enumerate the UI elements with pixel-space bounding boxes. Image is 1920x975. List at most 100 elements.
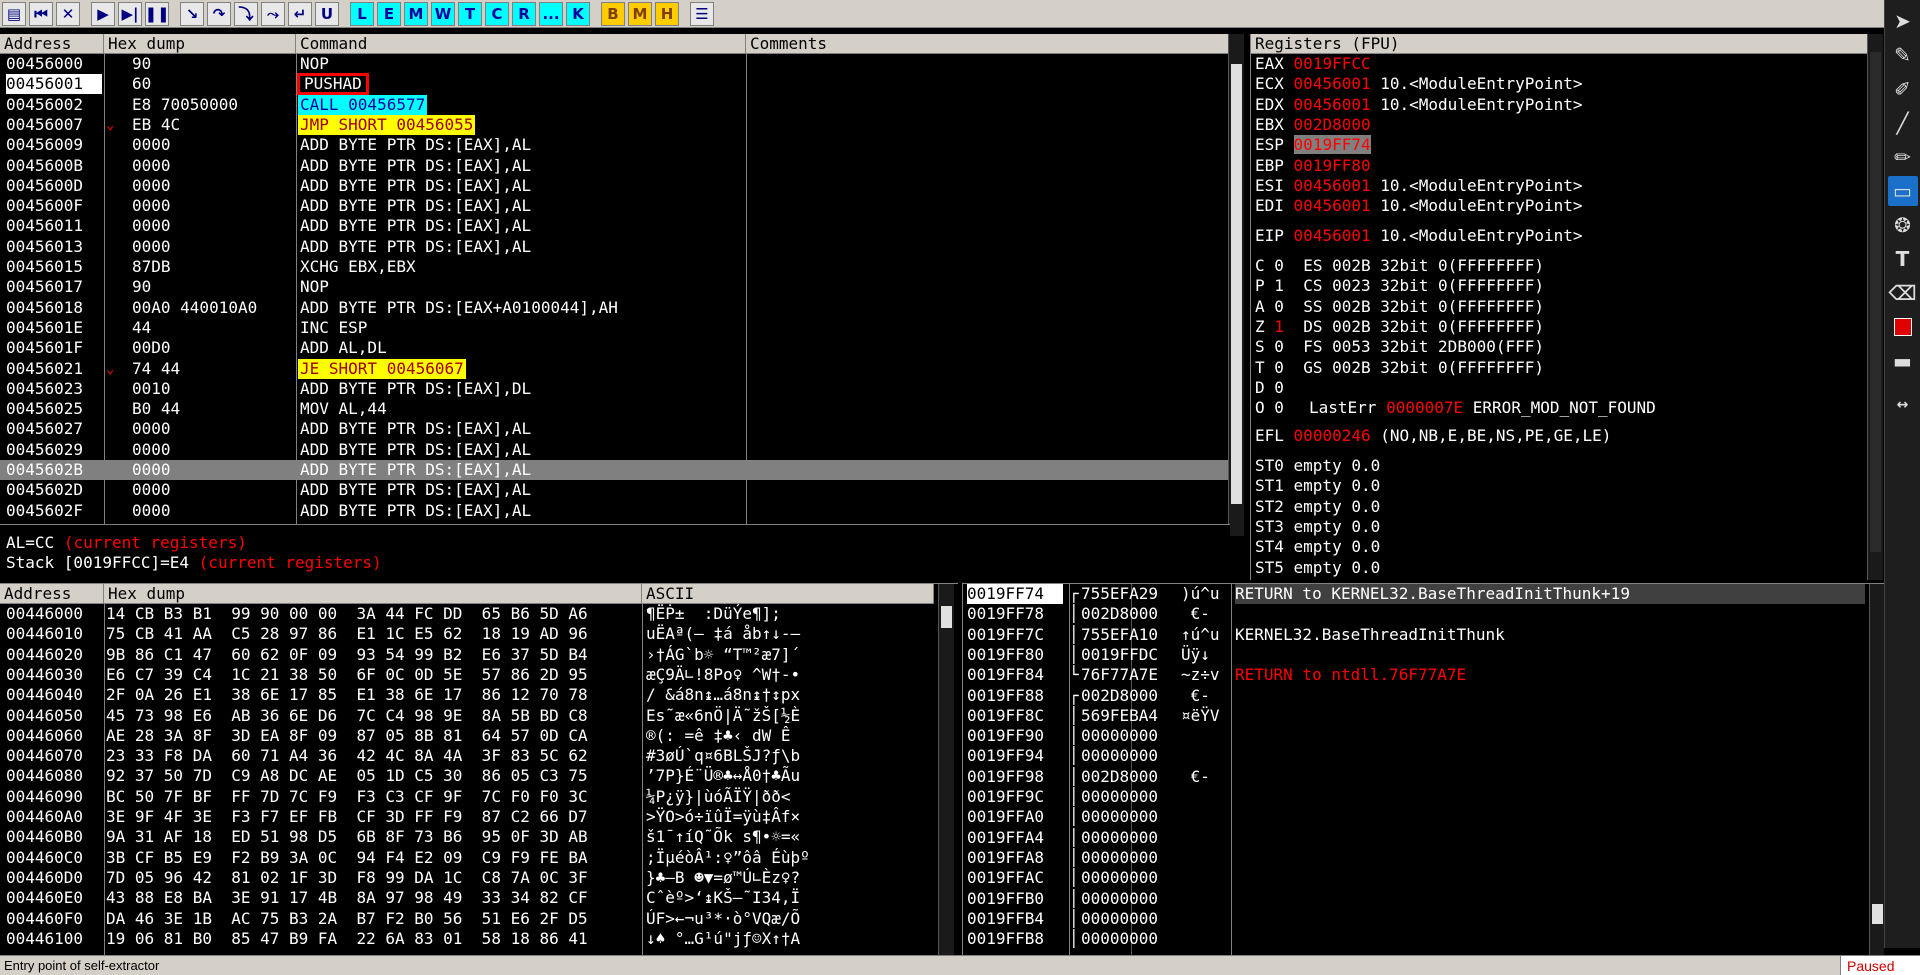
disasm-row[interactable]: 0045600D 0000 ADD BYTE PTR DS:[EAX],AL xyxy=(0,176,1228,196)
toolbar-dotsdotsdots-button[interactable]: ... xyxy=(539,1,563,26)
register-row[interactable]: T 0 GS 002B 32bit 0(FFFFFFFF) xyxy=(1255,358,1884,378)
toolbar-rewind-button[interactable]: ⏮ xyxy=(29,1,53,26)
reg-value[interactable]: 00456001 xyxy=(1294,95,1371,114)
disasm-scrollbar[interactable] xyxy=(1228,34,1244,536)
reg-value[interactable]: 0019FF74 xyxy=(1293,135,1371,155)
stack-row[interactable]: 0019FF8C │ 569FEBA4 ¤ëŸV xyxy=(963,706,1867,726)
dump-row[interactable]: 004460A0 3E 9F 4F 3E F3 F7 EF FB CF 3D FF… xyxy=(0,807,936,827)
toolbar-run-thread-button[interactable]: ▶| xyxy=(118,1,142,26)
toolbar-close-button[interactable]: ✕ xyxy=(56,1,80,26)
dump-row[interactable]: 00446090 BC 50 7F BF FF 7D 7C F9 F3 C3 CF… xyxy=(0,787,936,807)
registers-scrollbar[interactable] xyxy=(1867,34,1883,580)
disasm-row[interactable]: 0045600B 0000 ADD BYTE PTR DS:[EAX],AL xyxy=(0,156,1228,176)
reg-value[interactable]: 00456001 xyxy=(1294,176,1371,195)
flag-value[interactable]: 0 xyxy=(1274,256,1284,275)
stamp-icon[interactable]: ❂ xyxy=(1888,210,1918,240)
text-icon[interactable]: T xyxy=(1888,244,1918,274)
dump-row[interactable]: 004460D0 7D 05 96 42 81 02 1F 3D F8 99 DA… xyxy=(0,868,936,888)
col-header-address[interactable]: Address xyxy=(0,34,104,54)
register-row[interactable]: D 0 xyxy=(1255,378,1884,398)
dump-row[interactable]: 004460B0 9A 31 AF 18 ED 51 98 D5 6B 8F 73… xyxy=(0,827,936,847)
stack-row[interactable]: 0019FFB8 │ 00000000 xyxy=(963,929,1867,949)
reg-value[interactable]: 0019FFCC xyxy=(1294,54,1371,73)
col-header-command[interactable]: Command xyxy=(296,34,746,54)
reg-value[interactable]: 002D8000 xyxy=(1294,115,1371,134)
dump-scrollbar[interactable] xyxy=(938,584,954,955)
stack-row[interactable]: 0019FFA8 │ 00000000 xyxy=(963,848,1867,868)
flag-value[interactable]: 0 xyxy=(1274,358,1284,377)
toolbar-execute-till-return-button[interactable]: ↵ xyxy=(288,1,312,26)
register-row[interactable]: ST5 empty 0.0 xyxy=(1255,558,1884,578)
disasm-row[interactable]: 00456015 87DB XCHG EBX,EBX xyxy=(0,257,1228,277)
dump-row[interactable]: 00446030 E6 C7 39 C4 1C 21 38 50 6F 0C 0D… xyxy=(0,665,936,685)
disasm-row[interactable]: 0045602D 0000 ADD BYTE PTR DS:[EAX],AL xyxy=(0,480,1228,500)
stack-row[interactable]: 0019FF9C │ 00000000 xyxy=(963,787,1867,807)
register-row[interactable]: ESI 00456001 10.<ModuleEntryPoint> xyxy=(1255,176,1884,196)
col-header-hex[interactable]: Hex dump xyxy=(104,34,296,54)
disasm-row[interactable]: 00456009 0000 ADD BYTE PTR DS:[EAX],AL xyxy=(0,135,1228,155)
collapse-arrows-icon[interactable]: ↔ xyxy=(1888,390,1918,420)
register-row[interactable]: EDX 00456001 10.<ModuleEntryPoint> xyxy=(1255,95,1884,115)
register-row[interactable]: ST0 empty 0.0 xyxy=(1255,456,1884,476)
toolbar-h-button[interactable]: H xyxy=(655,1,679,26)
flag-value[interactable]: 0 xyxy=(1274,297,1284,316)
dump-row[interactable]: 00446050 45 73 98 E6 AB 36 6E D6 7C C4 98… xyxy=(0,706,936,726)
flag-value[interactable]: 0 xyxy=(1274,378,1284,397)
dump-row[interactable]: 00446020 9B 86 C1 47 60 62 0F 09 93 54 99… xyxy=(0,645,936,665)
eraser-icon[interactable]: ⌫ xyxy=(1888,278,1918,308)
register-row[interactable]: ESP 0019FF74 xyxy=(1255,135,1884,155)
dump-header-address[interactable]: Address xyxy=(0,584,104,604)
dump-header-hex[interactable]: Hex dump xyxy=(104,584,642,604)
registers-pane[interactable]: Registers (FPU) EAX 0019FFCC ECX 0045600… xyxy=(1250,34,1884,580)
disasm-row[interactable]: 00456023 0010 ADD BYTE PTR DS:[EAX],DL xyxy=(0,379,1228,399)
toolbar-user-code-button[interactable]: U xyxy=(315,1,339,26)
rectangle-icon[interactable]: ▭ xyxy=(1887,176,1918,206)
stack-row[interactable]: 0019FF78 │ 002D8000 €- xyxy=(963,604,1867,624)
toolbar-r-button[interactable]: R xyxy=(512,1,536,26)
dump-row[interactable]: 004460E0 43 88 E8 BA 3E 91 17 4B 8A 97 98… xyxy=(0,888,936,908)
flag-value[interactable]: 1 xyxy=(1274,317,1284,336)
register-row[interactable]: EFL 00000246 (NO,NB,E,BE,NS,PE,GE,LE) xyxy=(1255,426,1884,446)
flag-value[interactable]: 0 xyxy=(1274,337,1284,356)
register-row[interactable]: P 1 CS 0023 32bit 0(FFFFFFFF) xyxy=(1255,276,1884,296)
toolbar-list-button[interactable]: ☰ xyxy=(690,1,714,26)
register-row[interactable]: C 0 ES 002B 32bit 0(FFFFFFFF) xyxy=(1255,256,1884,276)
stack-row[interactable]: 0019FFB0 │ 00000000 xyxy=(963,889,1867,909)
dump-row[interactable]: 004460F0 DA 46 3E 1B AC 75 B3 2A B7 F2 B0… xyxy=(0,909,936,929)
color-swatch-icon[interactable] xyxy=(1888,312,1918,342)
disasm-row[interactable]: 00456021 ⌄ 74 44 JE SHORT 00456067 xyxy=(0,358,1228,379)
disasm-row[interactable]: 00456017 90 NOP xyxy=(0,277,1228,297)
toolbar-k-button[interactable]: K xyxy=(566,1,590,26)
disasm-row[interactable]: 00456000 90 NOP xyxy=(0,54,1228,74)
stack-row[interactable]: 0019FFA4 │ 00000000 xyxy=(963,828,1867,848)
dump-row[interactable]: 00446010 75 CB 41 AA C5 28 97 86 E1 1C E5… xyxy=(0,624,936,644)
toolbar-w-button[interactable]: W xyxy=(431,1,455,26)
reg-value[interactable]: 00456001 xyxy=(1294,74,1371,93)
register-row[interactable]: ST3 empty 0.0 xyxy=(1255,517,1884,537)
stack-row[interactable]: 0019FFAC │ 00000000 xyxy=(963,868,1867,888)
toolbar-run-button[interactable]: ▶ xyxy=(91,1,115,26)
dump-row[interactable]: 00446000 14 CB B3 B1 99 90 00 00 3A 44 FC… xyxy=(0,604,936,624)
flag-value[interactable]: 0 xyxy=(1274,398,1284,417)
toolbar-l-button[interactable]: L xyxy=(350,1,374,26)
dump-row[interactable]: 00446080 92 37 50 7D C9 A8 DC AE 05 1D C5… xyxy=(0,766,936,786)
register-row[interactable]: EBP 0019FF80 xyxy=(1255,156,1884,176)
disasm-row[interactable]: 0045601F 00D0 ADD AL,DL xyxy=(0,338,1228,358)
col-header-comments[interactable]: Comments xyxy=(746,34,1230,54)
register-row[interactable]: EBX 002D8000 xyxy=(1255,115,1884,135)
disasm-row[interactable]: 00456029 0000 ADD BYTE PTR DS:[EAX],AL xyxy=(0,440,1228,460)
marker-icon[interactable]: ✐ xyxy=(1888,74,1918,104)
toolbar-trace-over-button[interactable]: ⤳ xyxy=(261,1,285,26)
dump-header-ascii[interactable]: ASCII xyxy=(642,584,934,604)
stack-row[interactable]: 0019FF80 │ 0019FFDC Üÿ↓ xyxy=(963,645,1867,665)
toolbar-trace-into-button[interactable]: ⤵ xyxy=(234,1,258,26)
toolbar-pause-button[interactable]: ❚❚ xyxy=(144,1,170,26)
dump-row[interactable]: 00446070 23 33 F8 DA 60 71 A4 36 42 4C 8A… xyxy=(0,746,936,766)
register-row[interactable]: ST2 empty 0.0 xyxy=(1255,497,1884,517)
toolbar-e-button[interactable]: E xyxy=(377,1,401,26)
disasm-row[interactable]: 0045600F 0000 ADD BYTE PTR DS:[EAX],AL xyxy=(0,196,1228,216)
toolbar-b-button[interactable]: B xyxy=(601,1,625,26)
stack-row[interactable]: 0019FF98 │ 002D8000 €- xyxy=(963,767,1867,787)
dump-row[interactable]: 004460C0 3B CF B5 E9 F2 B9 3A 0C 94 F4 E2… xyxy=(0,848,936,868)
stack-pane[interactable]: 0019FF74 ┌ 755EFA29)ú^u RETURN to KERNEL32.… xyxy=(962,583,1884,955)
